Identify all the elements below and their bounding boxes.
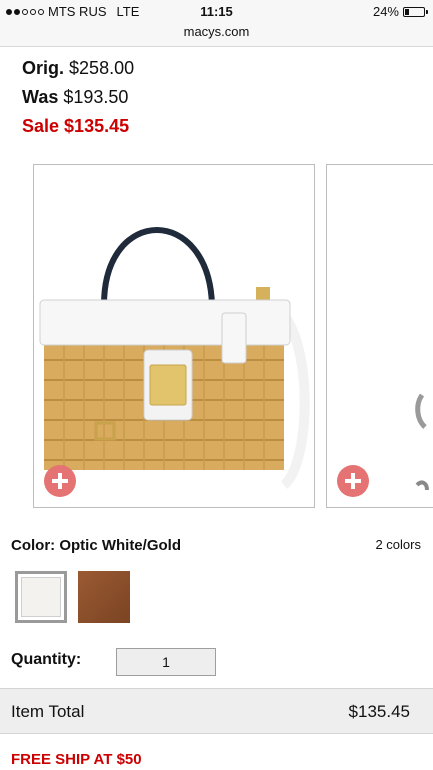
original-price-line: Orig. $258.00: [22, 54, 134, 83]
sale-price-label: Sale: [22, 116, 60, 136]
item-total-bar: Item Total $135.45: [0, 688, 433, 734]
sale-price-line: Sale $135.45: [22, 112, 134, 141]
color-selector: Color: Optic White/Gold 2 colors: [11, 537, 421, 554]
product-image-2: [415, 393, 429, 491]
was-price-line: Was $193.50: [22, 83, 134, 112]
quantity-input[interactable]: 1: [116, 648, 216, 676]
color-label: Color: Optic White/Gold: [11, 537, 181, 554]
original-price-label: Orig.: [22, 58, 65, 78]
product-image-card-2[interactable]: [326, 164, 433, 508]
was-price-label: Was: [22, 87, 59, 107]
battery-percent: 24%: [372, 4, 399, 19]
clock: 11:15: [200, 4, 233, 19]
sale-price: $135.45: [64, 116, 130, 136]
color-count: 2 colors: [375, 537, 421, 552]
was-price: $193.50: [63, 87, 129, 107]
address-bar[interactable]: macys.com: [0, 24, 433, 39]
original-price: $258.00: [69, 58, 135, 78]
add-plus-icon[interactable]: [337, 465, 369, 497]
swatch-brown[interactable]: [78, 571, 130, 623]
price-block: Orig. $258.00 Was $193.50 Sale $135.45: [22, 54, 134, 141]
free-shipping-promo[interactable]: FREE SHIP AT $50: [11, 751, 142, 768]
quantity-label: Quantity:: [11, 651, 82, 668]
swatch-optic-white-gold[interactable]: [15, 571, 67, 623]
product-image: [39, 227, 310, 489]
item-total-value: $135.45: [348, 702, 410, 721]
add-plus-icon[interactable]: [44, 465, 76, 497]
product-image-card[interactable]: [33, 164, 315, 508]
battery-icon: [403, 6, 428, 17]
status-bar: MTS RUS LTE 11:15 macys.com 24%: [0, 0, 433, 47]
item-total-label: Item Total: [11, 702, 85, 721]
battery-status: 24%: [372, 4, 428, 19]
